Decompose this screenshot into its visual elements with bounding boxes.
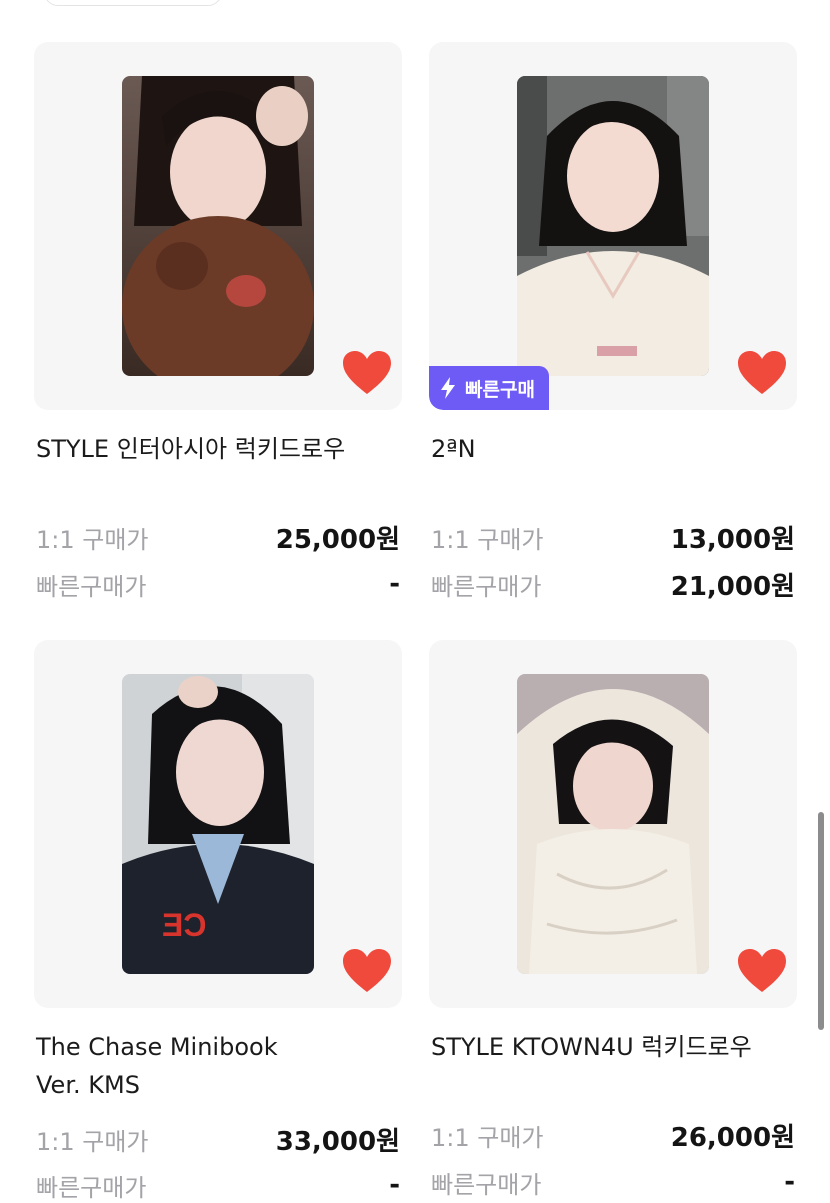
- vertical-scrollbar[interactable]: [818, 812, 824, 1030]
- like-heart-icon[interactable]: [342, 350, 392, 396]
- photocard-image: [517, 76, 709, 376]
- lightning-icon: [439, 377, 457, 399]
- price-value: -: [389, 1170, 400, 1200]
- price-row-fast: 빠른구매가 21,000원: [429, 567, 797, 602]
- like-heart-icon[interactable]: [737, 350, 787, 396]
- price-label: 빠른구매가: [431, 1170, 542, 1199]
- price-row-one-to-one: 1:1 구매가 26,000원: [429, 1118, 797, 1153]
- price-label: 빠른구매가: [431, 572, 542, 601]
- price-value: 33,000원: [275, 1126, 400, 1157]
- product-thumbnail[interactable]: 빠른구매: [429, 42, 797, 410]
- product-title[interactable]: STYLE KTOWN4U 럭키드로우: [431, 1028, 795, 1066]
- photocard-image: [122, 76, 314, 376]
- product-thumbnail[interactable]: [34, 42, 402, 410]
- fast-purchase-badge: 빠른구매: [429, 366, 549, 410]
- price-value: -: [784, 1167, 795, 1197]
- price-row-one-to-one: 1:1 구매가 25,000원: [34, 520, 402, 555]
- product-grid: STYLE 인터아시아 럭키드로우 1:1 구매가 25,000원 빠른구매가 …: [0, 0, 830, 1202]
- product-thumbnail[interactable]: [429, 640, 797, 1008]
- price-row-one-to-one: 1:1 구매가 33,000원: [34, 1122, 402, 1157]
- price-value: 26,000원: [670, 1122, 795, 1153]
- price-label: 1:1 구매가: [431, 525, 544, 554]
- price-value: -: [389, 569, 400, 599]
- price-value: 25,000원: [275, 524, 400, 555]
- photocard-image: [517, 674, 709, 974]
- price-value: 13,000원: [670, 524, 795, 555]
- product-title[interactable]: The Chase Minibook Ver. KMS: [36, 1028, 400, 1104]
- price-row-fast: 빠른구매가 -: [429, 1165, 797, 1199]
- like-heart-icon[interactable]: [342, 948, 392, 994]
- product-title[interactable]: 2ªN: [431, 430, 795, 468]
- price-label: 1:1 구매가: [36, 1127, 149, 1156]
- price-label: 빠른구매가: [36, 572, 147, 601]
- price-value: 21,000원: [670, 571, 795, 602]
- fast-purchase-badge-label: 빠른구매: [465, 378, 535, 401]
- price-row-fast: 빠른구매가 -: [34, 1168, 402, 1202]
- like-heart-icon[interactable]: [737, 948, 787, 994]
- price-label: 1:1 구매가: [431, 1123, 544, 1152]
- price-label: 빠른구매가: [36, 1173, 147, 1202]
- photocard-image: ƎƆ: [122, 674, 314, 974]
- price-row-fast: 빠른구매가 -: [34, 567, 402, 601]
- product-title[interactable]: STYLE 인터아시아 럭키드로우: [36, 430, 400, 468]
- svg-text:ƎƆ: ƎƆ: [162, 907, 206, 943]
- price-row-one-to-one: 1:1 구매가 13,000원: [429, 520, 797, 555]
- product-thumbnail[interactable]: ƎƆ: [34, 640, 402, 1008]
- price-label: 1:1 구매가: [36, 525, 149, 554]
